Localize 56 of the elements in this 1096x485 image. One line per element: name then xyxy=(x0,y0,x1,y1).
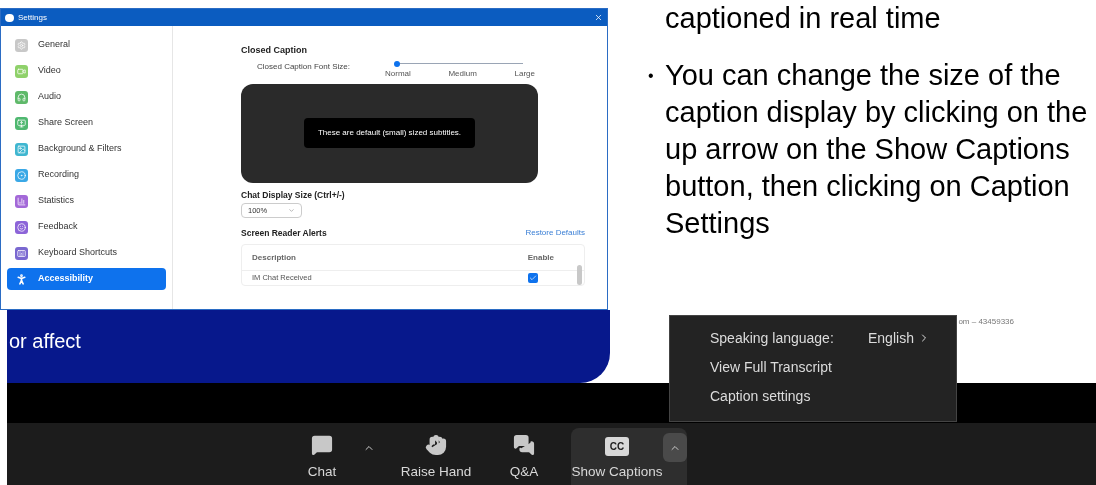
speech-bubble-icon xyxy=(310,433,334,456)
menu-item[interactable]: View Full Transcript xyxy=(710,355,956,379)
sidebar-item[interactable]: Statistics xyxy=(7,190,166,212)
app-icon xyxy=(5,13,14,22)
sidebar-label: Share Screen xyxy=(38,116,94,130)
section-heading: Screen Reader Alerts xyxy=(241,227,327,240)
sidebar-item[interactable]: Recording xyxy=(7,164,166,186)
sidebar-label: Recording xyxy=(38,168,80,182)
section-heading: Closed Caption xyxy=(241,44,308,57)
hand-icon xyxy=(424,433,448,456)
restore-defaults-link[interactable]: Restore Defaults xyxy=(525,227,585,240)
scrollbar[interactable] xyxy=(577,265,582,285)
menu-item[interactable]: Speaking language: English xyxy=(710,326,956,350)
column-header: Enable xyxy=(527,251,554,264)
column-header: Description xyxy=(252,251,296,264)
sidebar-item[interactable]: General xyxy=(7,34,166,56)
sidebar-item[interactable]: Feedback xyxy=(7,216,166,238)
sidebar-label: Accessibility xyxy=(38,272,94,286)
sidebar-label: Keyboard Shortcuts xyxy=(38,246,118,260)
chat-display-label: Chat Display Size (Ctrl+/-) xyxy=(241,188,346,202)
sidebar-item[interactable]: Keyboard Shortcuts xyxy=(7,242,166,264)
window-title: Settings xyxy=(18,11,47,24)
meeting-id-text: om – 43459336 xyxy=(958,316,1014,328)
sidebar-item[interactable]: Background & Filters xyxy=(7,138,166,160)
sidebar-label: General xyxy=(38,38,71,52)
slider-thumb[interactable] xyxy=(394,60,400,67)
sidebar-label: Feedback xyxy=(38,220,78,234)
slider-stop-label: Large xyxy=(514,67,535,80)
person-icon xyxy=(15,272,28,286)
toolbar-button[interactable]: Chat xyxy=(287,428,357,485)
close-icon[interactable] xyxy=(594,13,603,22)
slide-text: or affect xyxy=(9,330,81,352)
slider-stop-label: Medium xyxy=(448,67,477,80)
chevron-down-icon xyxy=(288,207,295,215)
preview-subtitle: These are default (small) sized subtitles. xyxy=(303,118,476,148)
sidebar-item[interactable]: Audio xyxy=(7,86,166,108)
bullet-mark: • xyxy=(648,66,655,86)
checkbox[interactable] xyxy=(528,273,538,283)
sidebar-label: Audio xyxy=(38,90,62,104)
slider-stop-label: Normal xyxy=(385,67,411,80)
sidebar-label: Statistics xyxy=(38,194,74,208)
sidebar-item[interactable]: Share Screen xyxy=(7,112,166,134)
caret-button[interactable] xyxy=(663,433,687,462)
sidebar-label: Video xyxy=(38,64,61,78)
sidebar-item[interactable]: Video xyxy=(7,60,166,82)
toolbar-button[interactable]: Raise Hand xyxy=(393,428,479,485)
sidebar-item[interactable]: Accessibility xyxy=(7,268,166,290)
bullet-text: captioned in real time xyxy=(665,1,942,36)
toolbar-button[interactable]: Q&A xyxy=(489,428,559,485)
menu-item[interactable]: Caption settings xyxy=(710,384,956,408)
bullet-text: You can change the size of the caption display by clicking on the up arrow on the Show Captions button, then clicking on Caption Settings xyxy=(665,58,1089,241)
sidebar-label: Background & Filters xyxy=(38,142,122,156)
slider-track[interactable] xyxy=(397,60,523,67)
font-size-label: Closed Caption Font Size: xyxy=(257,60,351,73)
two-speech-bubbles-icon xyxy=(512,433,536,456)
cc-icon: CC xyxy=(604,436,630,456)
